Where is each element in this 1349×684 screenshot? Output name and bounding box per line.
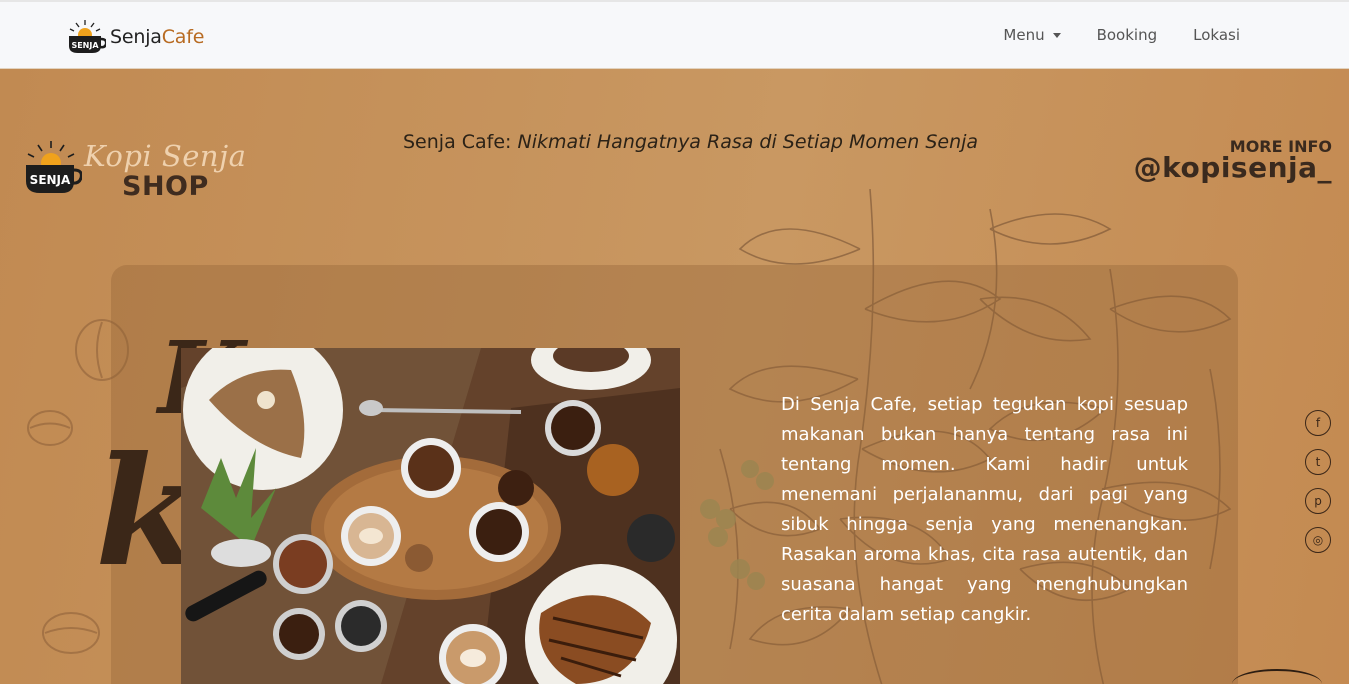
brand-accent: Cafe bbox=[161, 26, 205, 48]
hero-tagline: Senja Cafe: Nikmati Hangatnya Rasa di Se… bbox=[403, 131, 978, 153]
svg-text:SENJA: SENJA bbox=[30, 173, 71, 187]
instagram-icon[interactable]: ◎ bbox=[1305, 527, 1331, 553]
pinterest-icon[interactable]: p bbox=[1305, 488, 1331, 514]
brand-name: SenjaCafe bbox=[110, 26, 204, 48]
coffee-table-photo bbox=[181, 348, 680, 684]
tagline-emphasis: Nikmati Hangatnya Rasa di Setiap Momen S… bbox=[517, 131, 979, 153]
coffee-bean-decoration-icon bbox=[42, 612, 100, 654]
facebook-icon[interactable]: f bbox=[1305, 410, 1331, 436]
shop-title: SHOP bbox=[122, 171, 209, 202]
kopi-senja-title: Kopi Senja bbox=[84, 139, 247, 173]
coffee-table-image bbox=[181, 348, 680, 684]
hero-description: Di Senja Cafe, setiap tegukan kopi sesua… bbox=[781, 394, 1188, 625]
social-handle[interactable]: @kopisenja_ bbox=[1134, 151, 1332, 184]
brand-link[interactable]: SENJA SenjaCafe bbox=[64, 18, 204, 56]
nav-lokasi[interactable]: Lokasi bbox=[1193, 26, 1240, 44]
nav-menu-dropdown[interactable]: Menu bbox=[1003, 26, 1061, 44]
coffee-cup-logo-icon: SENJA bbox=[69, 20, 106, 53]
nav-menu-label: Menu bbox=[1003, 26, 1045, 44]
social-links: f t p ◎ bbox=[1305, 410, 1331, 553]
tiktok-icon[interactable]: t bbox=[1305, 449, 1331, 475]
corner-logo: SENJA bbox=[20, 139, 82, 197]
caret-down-icon bbox=[1052, 32, 1061, 38]
svg-text:SENJA: SENJA bbox=[71, 41, 99, 50]
coffee-bean-decoration-icon bbox=[27, 410, 73, 446]
nav-links: Menu Booking Lokasi bbox=[1003, 26, 1240, 44]
hero-section: SENJA Kopi Senja SHOP Senja Cafe: Nikmat… bbox=[0, 69, 1349, 684]
brand-main: Senja bbox=[110, 26, 162, 48]
coffee-cup-logo-icon: SENJA bbox=[26, 141, 82, 193]
tagline-prefix: Senja Cafe: bbox=[403, 131, 518, 153]
nav-booking[interactable]: Booking bbox=[1097, 26, 1158, 44]
navbar: SENJA SenjaCafe Menu Booking Lokasi bbox=[0, 0, 1349, 69]
